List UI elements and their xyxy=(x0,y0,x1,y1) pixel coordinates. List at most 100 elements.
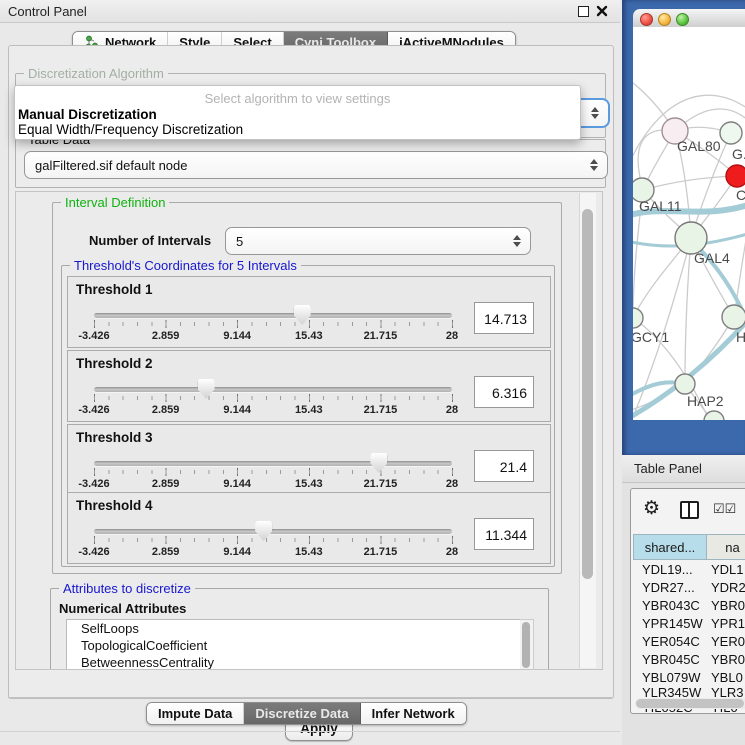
number-of-intervals-value: 5 xyxy=(236,234,243,249)
table-data-group: Table Data galFiltered.sif default node xyxy=(15,139,606,188)
threshold-3-slider[interactable]: -3.4262.8599.14415.4321.71528 xyxy=(94,453,454,493)
slider-minor-ticks xyxy=(94,322,453,326)
slider-track xyxy=(94,529,452,534)
column-header-name[interactable]: na xyxy=(707,534,745,560)
close-traffic-light[interactable] xyxy=(640,13,653,26)
thresholds-group-title: Threshold's Coordinates for 5 Intervals xyxy=(70,258,301,273)
list-item[interactable]: BetweennessCentrality xyxy=(67,654,521,670)
node-bottom-partial[interactable] xyxy=(704,411,724,420)
numerical-attributes-label: Numerical Attributes xyxy=(59,601,186,616)
threshold-4-panel: Threshold 4 -3.4262.8599.14415.4321.7152… xyxy=(67,492,551,564)
thresholds-coordinates-group: Threshold's Coordinates for 5 Intervals … xyxy=(61,265,555,567)
tab-impute-data[interactable]: Impute Data xyxy=(147,703,244,724)
checkbox-icons[interactable]: ☑☑ xyxy=(713,501,736,517)
algorithm-option-manual[interactable]: Manual Discretization xyxy=(18,107,157,122)
attributes-to-discretize-group: Attributes to discretize Numerical Attri… xyxy=(50,588,549,670)
node-top-right[interactable] xyxy=(720,122,742,144)
panel-vertical-scrollbar[interactable] xyxy=(579,193,596,668)
discretization-algorithm-group-title: Discretization Algorithm xyxy=(24,66,168,81)
node-label-gcy1: GCY1 xyxy=(633,329,669,345)
algorithm-option-equal-width[interactable]: Equal Width/Frequency Discretization xyxy=(18,122,243,137)
column-header-shared-name[interactable]: shared... xyxy=(633,534,707,560)
attributes-group-title: Attributes to discretize xyxy=(59,581,195,596)
table-row[interactable]: YBR043CYBR0 xyxy=(633,598,745,616)
algorithm-dropdown-popup: Select algorithm to view settings Manual… xyxy=(14,85,581,140)
node-label-gal11: GAL11 xyxy=(639,198,682,214)
threshold-2-slider[interactable]: -3.4262.8599.14415.4321.71528 xyxy=(94,379,454,419)
slider-minor-ticks xyxy=(94,396,453,400)
threshold-2-panel: Threshold 2 -3.4262.8599.14415.4321.7152… xyxy=(67,350,551,422)
threshold-4-slider[interactable]: -3.4262.8599.14415.4321.71528 xyxy=(94,521,454,561)
numerical-attributes-list[interactable]: SelfLoops TopologicalCoefficient Between… xyxy=(66,619,522,670)
gear-icon[interactable]: ⚙ xyxy=(643,497,660,520)
attributes-list-scrollbar[interactable] xyxy=(520,619,534,670)
node-label-h-partial: H xyxy=(736,329,745,345)
network-view-window: GAL80 G. GAL11 C GAL4 GCY1 H HAP2 xyxy=(622,0,745,455)
network-graph xyxy=(633,27,745,420)
threshold-1-value-field[interactable]: 14.713 xyxy=(474,302,534,334)
control-panel-title: Control Panel xyxy=(8,4,87,19)
network-window-titlebar[interactable] xyxy=(633,9,745,28)
threshold-2-value-field[interactable]: 6.316 xyxy=(474,376,534,408)
cyni-bottom-tab-bar: Impute Data Discretize Data Infer Networ… xyxy=(146,702,467,725)
table-row[interactable]: YER054CYER0 xyxy=(633,634,745,652)
slider-scale: -3.4262.8599.14415.4321.71528 xyxy=(94,330,452,343)
threshold-3-value-field[interactable]: 21.4 xyxy=(474,450,534,482)
number-of-intervals-label: Number of Intervals xyxy=(89,233,211,248)
node-selected-red[interactable] xyxy=(726,165,745,187)
slider-track xyxy=(94,387,452,392)
slider-scale: -3.4262.8599.14415.4321.71528 xyxy=(94,478,452,491)
table-panel-section: Table Panel ⚙ ☑☑ shared... na YDL19...YD… xyxy=(622,455,745,745)
control-panel-titlebar: Control Panel xyxy=(0,0,620,23)
tab-infer-network[interactable]: Infer Network xyxy=(361,703,466,724)
tab-infer-network-label: Infer Network xyxy=(372,706,455,721)
table-horizontal-scrollbar[interactable] xyxy=(635,698,745,709)
threshold-4-value-field[interactable]: 11.344 xyxy=(474,518,534,550)
slider-scale: -3.4262.8599.14415.4321.71528 xyxy=(94,404,452,417)
slider-minor-ticks xyxy=(94,470,453,474)
float-window-icon[interactable] xyxy=(578,6,589,17)
minimize-traffic-light[interactable] xyxy=(658,13,671,26)
tab-discretize-data[interactable]: Discretize Data xyxy=(244,703,360,724)
table-panel-toolbar: ⚙ ☑☑ xyxy=(631,489,745,531)
node-h[interactable] xyxy=(722,305,745,329)
threshold-1-slider[interactable]: -3.4262.8599.14415.4321.71528 xyxy=(94,305,454,345)
list-item[interactable]: TopologicalCoefficient xyxy=(67,637,521,654)
table-data-selected-value: galFiltered.sif default node xyxy=(35,158,187,173)
list-item[interactable]: SelfLoops xyxy=(67,620,521,637)
zoom-traffic-light[interactable] xyxy=(676,13,689,26)
table-row[interactable]: YDR27...YDR2 xyxy=(633,580,745,598)
slider-scale: -3.4262.8599.14415.4321.71528 xyxy=(94,546,452,559)
number-of-intervals-select[interactable]: 5 xyxy=(225,227,531,255)
threshold-3-label: Threshold 3 xyxy=(76,430,153,445)
node-label-c-partial: C xyxy=(736,187,745,203)
interval-definition-group-title: Interval Definition xyxy=(61,195,169,210)
settings-scroll-panel: Interval Definition Number of Intervals … xyxy=(15,191,603,670)
table-header-row: shared... na xyxy=(633,534,745,560)
close-icon[interactable] xyxy=(596,5,608,17)
node-hap2[interactable] xyxy=(675,374,695,394)
threshold-1-panel: Threshold 1 -3.4262.8599.14415.4321.7152… xyxy=(67,276,551,348)
columns-icon[interactable] xyxy=(680,501,699,519)
threshold-1-label: Threshold 1 xyxy=(76,282,153,297)
node-label-g-partial: G. xyxy=(732,146,745,162)
combo-arrows-icon xyxy=(590,159,598,171)
separator xyxy=(0,731,620,732)
combo-arrows-icon xyxy=(591,107,599,119)
separator xyxy=(8,697,612,698)
table-data-select[interactable]: galFiltered.sif default node xyxy=(24,151,608,179)
node-label-gal80: GAL80 xyxy=(677,138,721,154)
node-label-gal4: GAL4 xyxy=(694,250,730,266)
table-row[interactable]: YBR045CYBR0 xyxy=(633,652,745,670)
tab-discretize-data-label: Discretize Data xyxy=(255,706,348,721)
table-row[interactable]: YPR145WYPR1 xyxy=(633,616,745,634)
interval-definition-group: Interval Definition Number of Intervals … xyxy=(52,202,562,574)
slider-track xyxy=(94,461,452,466)
network-canvas[interactable]: GAL80 G. GAL11 C GAL4 GCY1 H HAP2 xyxy=(633,27,745,420)
combo-arrows-icon xyxy=(513,235,521,247)
table-row[interactable]: YDL19...YDL1 xyxy=(633,562,745,580)
threshold-4-label: Threshold 4 xyxy=(76,498,153,513)
tab-impute-data-label: Impute Data xyxy=(158,706,232,721)
algorithm-placeholder-option: Select algorithm to view settings xyxy=(15,91,580,106)
cyni-toolbox-panel: Discretization Algorithm Select algorith… xyxy=(8,45,614,699)
